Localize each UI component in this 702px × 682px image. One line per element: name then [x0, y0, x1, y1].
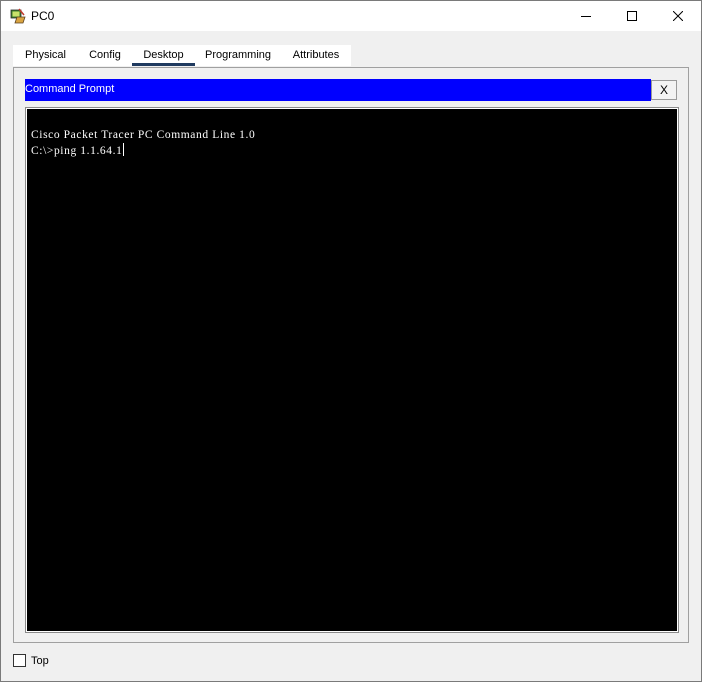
top-checkbox[interactable]	[13, 654, 26, 667]
tab-attributes[interactable]: Attributes	[281, 45, 351, 66]
packet-tracer-pc-icon	[10, 8, 26, 24]
terminal-line: Cisco Packet Tracer PC Command Line 1.0	[31, 129, 256, 141]
minimize-icon	[581, 16, 591, 17]
tab-physical[interactable]: Physical	[13, 45, 78, 66]
tab-config[interactable]: Config	[78, 45, 132, 66]
tab-desktop[interactable]: Desktop	[132, 45, 195, 66]
maximize-icon	[627, 11, 637, 21]
terminal-command-text: C:\>ping 1.1.64.1	[31, 145, 123, 157]
tab-programming[interactable]: Programming	[195, 45, 281, 66]
window-title: PC0	[31, 9, 55, 23]
text-cursor	[123, 143, 125, 156]
terminal-output[interactable]: Cisco Packet Tracer PC Command Line 1.0 …	[27, 109, 677, 631]
maximize-button[interactable]	[609, 1, 655, 31]
minimize-button[interactable]	[563, 1, 609, 31]
command-prompt-header: Command Prompt	[25, 79, 651, 101]
title-bar[interactable]: PC0	[1, 1, 701, 31]
top-checkbox-label: Top	[31, 655, 49, 667]
terminal-input-line[interactable]: C:\>ping 1.1.64.1	[31, 143, 125, 157]
command-prompt-title: Command Prompt	[25, 83, 115, 95]
command-prompt-close-button[interactable]: X	[651, 80, 677, 100]
close-window-button[interactable]	[655, 1, 701, 31]
close-icon	[673, 11, 683, 21]
pc0-window: PC0 Physical Config Desktop Programming …	[0, 0, 702, 682]
